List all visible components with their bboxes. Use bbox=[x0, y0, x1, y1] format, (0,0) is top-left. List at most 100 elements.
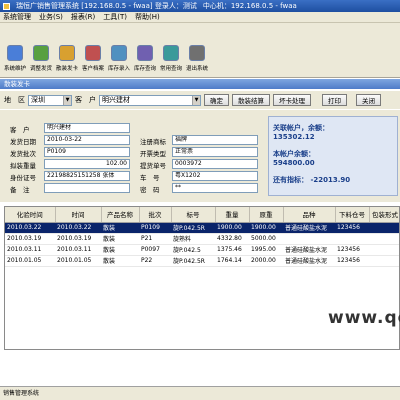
bad-card-button[interactable]: 坏卡处理 bbox=[273, 94, 311, 106]
quota-remaining: 还有指标： -22013.90 bbox=[273, 176, 351, 184]
chevron-down-icon[interactable]: ▼ bbox=[192, 95, 200, 105]
search-icon bbox=[137, 45, 153, 61]
menu-item-tools[interactable]: 工具(T) bbox=[103, 12, 127, 22]
chevron-down-icon[interactable]: ▼ bbox=[63, 95, 71, 105]
table-cell: P22 bbox=[139, 255, 171, 267]
password-label: 密 码 bbox=[140, 186, 160, 194]
table-cell bbox=[283, 233, 335, 245]
idcard-field[interactable]: 22198825151258 张体 bbox=[44, 171, 130, 181]
toolbar-button-7[interactable]: 退出系统 bbox=[184, 23, 210, 75]
toolbar-button-6[interactable]: 常用查询 bbox=[158, 23, 184, 75]
client-select[interactable]: 明兴建材 ▼ bbox=[99, 94, 201, 106]
app-icon bbox=[3, 2, 10, 10]
brand-field[interactable]: 福牌 bbox=[172, 135, 258, 145]
menu-item-report[interactable]: 报表(R) bbox=[71, 12, 95, 22]
column-header[interactable]: 化验时间 bbox=[5, 207, 56, 223]
toolbar-button-1[interactable]: 调整发货 bbox=[28, 23, 54, 75]
password-field[interactable]: ** bbox=[172, 183, 258, 193]
column-header[interactable]: 包装形式 bbox=[369, 207, 399, 223]
table-header: 化验时间 时间 产品名称 批次 标号 重量 原重 品种 下料仓号 包装形式 bbox=[5, 207, 399, 223]
toolbar-button-3[interactable]: 客户档案 bbox=[80, 23, 106, 75]
table-cell: 2010.03.19 bbox=[5, 233, 55, 245]
table-cell bbox=[369, 255, 399, 267]
table-cell: 2010.01.05 bbox=[55, 255, 101, 267]
menu-item-business[interactable]: 业务(S) bbox=[39, 12, 63, 22]
title-bar: 瑞恒广销售管理系统 [192.168.0.5 - fwaa] 登录人：测试 中心… bbox=[0, 0, 400, 12]
table-cell: 1375.46 bbox=[215, 244, 249, 256]
region-select[interactable]: 深圳 ▼ bbox=[28, 94, 72, 106]
menu-item-help[interactable]: 帮助(H) bbox=[135, 12, 160, 22]
toolbar-label: 散装发卡 bbox=[55, 66, 78, 72]
table-cell: P0109 bbox=[139, 222, 171, 234]
toolbar-label: 库存查询 bbox=[133, 66, 156, 72]
window-title: 瑞恒广销售管理系统 [192.168.0.5 - fwaa] 登录人：测试 bbox=[16, 2, 197, 10]
column-header[interactable]: 品种 bbox=[283, 207, 336, 223]
column-header[interactable]: 批次 bbox=[139, 207, 172, 223]
card-icon bbox=[59, 45, 75, 61]
table-row[interactable]: 2010.03.22 2010.03.22 散装 P0109 旋P.042.5R 1900… bbox=[5, 222, 399, 234]
toolbar: 系统维护 调整发货 散装发卡 客户档案 库存录入 库存查询 常用查询 退出系统 bbox=[0, 23, 400, 78]
records-table[interactable]: 化验时间 时间 产品名称 批次 标号 重量 原重 品种 下料仓号 包装形式 2010.03.22 2… bbox=[4, 206, 400, 350]
exit-icon bbox=[189, 45, 205, 61]
table-cell: 1764.14 bbox=[215, 255, 249, 267]
close-button[interactable]: 关闭 bbox=[356, 94, 381, 106]
tools-icon bbox=[7, 45, 23, 61]
pickup-field[interactable]: 0003972 bbox=[172, 159, 258, 169]
menu-item-system[interactable]: 系统管理 bbox=[3, 12, 31, 22]
query-icon bbox=[163, 45, 179, 61]
toolbar-label: 退出系统 bbox=[185, 66, 208, 72]
table-row[interactable]: 2010.03.11 2010.03.11 散装 P0097 旋P.042.5 1375.… bbox=[5, 244, 399, 256]
watermark: www.qc bbox=[328, 308, 400, 328]
weight-field[interactable]: 102.00 bbox=[44, 159, 130, 169]
ship-date-field[interactable]: 2010-03-22 bbox=[44, 135, 130, 145]
table-cell: 旋P.042.5R bbox=[171, 255, 215, 267]
column-header[interactable]: 下料仓号 bbox=[335, 207, 370, 223]
print-button[interactable]: 打印 bbox=[322, 94, 347, 106]
toolbar-button-2[interactable]: 散装发卡 bbox=[54, 23, 80, 75]
linked-account-label: 关联帐户，余额： bbox=[273, 124, 329, 132]
confirm-button[interactable]: 确定 bbox=[204, 94, 229, 106]
column-header[interactable]: 原重 bbox=[249, 207, 284, 223]
column-header[interactable]: 标号 bbox=[171, 207, 216, 223]
edit-icon bbox=[33, 45, 49, 61]
status-bar: 销售管理系统 bbox=[0, 386, 400, 400]
toolbar-label: 系统维护 bbox=[3, 66, 26, 72]
toolbar-button-4[interactable]: 库存录入 bbox=[106, 23, 132, 75]
table-cell: 散装 bbox=[101, 222, 139, 234]
column-header[interactable]: 重量 bbox=[215, 207, 250, 223]
note-field[interactable] bbox=[44, 183, 130, 193]
invoice-field[interactable]: 正常票 bbox=[172, 147, 258, 157]
menu-bar: 系统管理 业务(S) 报表(R) 工具(T) 帮助(H) bbox=[0, 12, 400, 23]
table-cell bbox=[369, 222, 399, 234]
table-cell: 123456 bbox=[335, 244, 369, 256]
table-cell: 旋熟料 bbox=[171, 233, 215, 245]
table-cell: 2010.01.05 bbox=[5, 255, 55, 267]
table-cell: 2010.03.22 bbox=[55, 222, 101, 234]
toolbar-button-5[interactable]: 库存查询 bbox=[132, 23, 158, 75]
table-row[interactable]: 2010.01.05 2010.01.05 散装 P22 旋P.042.5R 1764.1… bbox=[5, 255, 399, 267]
bulk-settle-button[interactable]: 散装结算 bbox=[232, 94, 270, 106]
table-cell: 普通硅酸盐水泥 bbox=[283, 255, 335, 267]
server-label: 中心机：192.168.0.5 - fwaa bbox=[202, 2, 297, 10]
table-cell: P0097 bbox=[139, 244, 171, 256]
table-cell bbox=[369, 244, 399, 256]
table-row[interactable]: 2010.03.19 2010.03.19 散装 P21 旋熟料 4332.80 5000.… bbox=[5, 233, 399, 245]
note-label: 备 注 bbox=[10, 186, 30, 194]
ship-no-field[interactable]: P0109 bbox=[44, 147, 130, 157]
filter-bar: 地 区 深圳 ▼ 客 户 明兴建材 ▼ 确定 散装结算 坏卡处理 打印 关闭 bbox=[0, 91, 400, 109]
brand-label: 注册商标 bbox=[140, 138, 166, 146]
form-title: 散装发卡 bbox=[0, 79, 400, 89]
plate-field[interactable]: 粤X1202 bbox=[172, 171, 258, 181]
client-field[interactable]: 明兴建材 bbox=[44, 123, 130, 133]
column-header[interactable]: 时间 bbox=[55, 207, 102, 223]
table-cell: 2000.00 bbox=[249, 255, 283, 267]
table-cell: P21 bbox=[139, 233, 171, 245]
ship-date-label: 发货日期 bbox=[10, 138, 36, 146]
table-cell: 散装 bbox=[101, 255, 139, 267]
table-cell: 旋P.042.5R bbox=[171, 222, 215, 234]
weight-label: 拟装重量 bbox=[10, 162, 36, 170]
toolbar-label: 客户档案 bbox=[81, 66, 104, 72]
column-header[interactable]: 产品名称 bbox=[101, 207, 140, 223]
toolbar-button-0[interactable]: 系统维护 bbox=[2, 23, 28, 75]
toolbar-label: 常用查询 bbox=[159, 66, 182, 72]
